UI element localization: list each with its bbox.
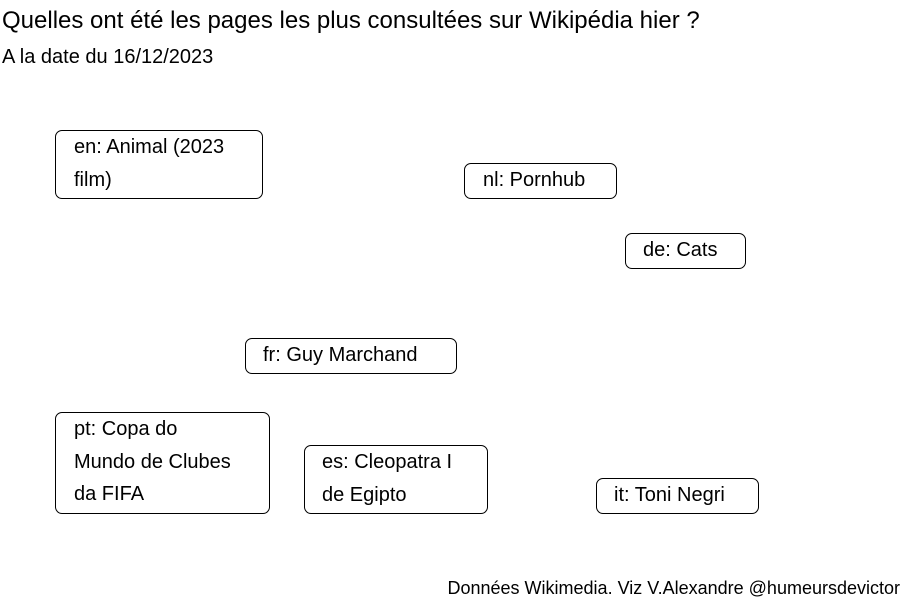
label-fr-line-1: fr: Guy Marchand — [263, 344, 418, 366]
label-de: de: Cats — [625, 233, 746, 269]
label-es-line-2: de Egipto — [322, 483, 407, 506]
label-es-line-1: es: Cleopatra I — [322, 451, 453, 473]
label-es: es: Cleopatra I de Egipto — [304, 445, 488, 514]
label-pt-line-2: Mundo de Clubes — [74, 450, 231, 473]
label-nl-line-1: nl: Pornhub — [483, 169, 586, 191]
label-it: it: Toni Negri — [596, 478, 759, 514]
label-en: en: Animal (2023 film) — [55, 130, 263, 199]
chart-subtitle: A la date du 16/12/2023 — [2, 46, 214, 68]
label-pt-line-1: pt: Copa do — [74, 418, 178, 440]
label-pt-line-3: da FIFA — [74, 483, 145, 505]
label-en-line-2: film) — [74, 168, 112, 191]
label-it-line-1: it: Toni Negri — [614, 484, 725, 506]
chart-title: Quelles ont été les pages les plus consu… — [2, 7, 700, 34]
chart-caption: Données Wikimedia. Viz V.Alexandre @hume… — [447, 578, 900, 598]
label-nl: nl: Pornhub — [464, 163, 617, 199]
label-de-line-1: de: Cats — [643, 239, 718, 261]
label-en-line-1: en: Animal (2023 — [74, 136, 225, 158]
label-fr: fr: Guy Marchand — [245, 338, 457, 374]
label-pt: pt: Copa do Mundo de Clubes da FIFA — [55, 412, 270, 514]
